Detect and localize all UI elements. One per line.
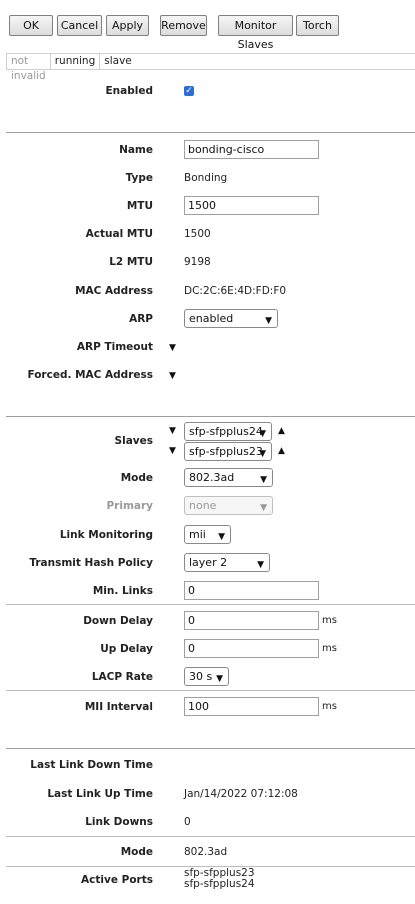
- primary-select-value: none: [189, 499, 217, 512]
- actual-mtu-label: Actual MTU: [85, 228, 153, 240]
- primary-label: Primary: [106, 500, 153, 512]
- link-monitoring-select[interactable]: mii ▼: [184, 525, 231, 544]
- toolbar: OK Cancel Apply Remove Monitor Slaves To…: [0, 0, 415, 51]
- status-flag-slave: slave: [104, 55, 132, 67]
- link-monitoring-label: Link Monitoring: [59, 529, 153, 541]
- divider: [6, 836, 415, 837]
- actual-mtu-value: 1500: [184, 228, 211, 240]
- link-downs-label: Link Downs: [85, 816, 153, 828]
- lacp-rate-select-value: 30 s: [189, 670, 213, 683]
- slaves-label: Slaves: [114, 435, 153, 447]
- arp-timeout-label: ARP Timeout: [76, 341, 153, 353]
- last-link-down-time-label: Last Link Down Time: [30, 759, 153, 771]
- status-mode-label: Mode: [120, 846, 153, 858]
- mii-interval-unit: ms: [322, 701, 337, 712]
- name-label: Name: [119, 144, 153, 156]
- link-downs-value: 0: [184, 816, 191, 828]
- status-flags: not invalid running slave: [6, 53, 415, 82]
- down-delay-unit: ms: [322, 615, 337, 626]
- monitor-slaves-button[interactable]: Monitor Slaves: [218, 15, 293, 51]
- type-label: Type: [125, 172, 153, 184]
- apply-button[interactable]: Apply: [106, 15, 149, 36]
- arp-label: ARP: [129, 313, 153, 325]
- chevron-down-icon: ▼: [265, 316, 272, 326]
- expand-triangle-icon[interactable]: ▼: [169, 371, 176, 381]
- chevron-down-icon: ▼: [260, 475, 267, 485]
- status-flag-running: running: [51, 54, 101, 69]
- l2-mtu-label: L2 MTU: [109, 256, 153, 268]
- arp-select[interactable]: enabled ▼: [184, 309, 278, 328]
- transmit-hash-policy-select-value: layer 2: [189, 556, 228, 569]
- mii-interval-input[interactable]: 100: [184, 697, 319, 716]
- mode-label: Mode: [120, 472, 153, 484]
- enabled-checkbox[interactable]: ✓: [184, 86, 194, 96]
- min-links-label: Min. Links: [92, 585, 153, 597]
- arp-select-value: enabled: [189, 312, 234, 325]
- chevron-down-icon: ▼: [257, 560, 264, 570]
- chevron-down-icon: ▼: [260, 503, 267, 513]
- slave-select-2[interactable]: sfp-sfpplus23 ▼: [184, 442, 272, 461]
- primary-select: none ▼: [184, 496, 273, 515]
- chevron-down-icon: ▼: [259, 449, 266, 459]
- mode-select[interactable]: 802.3ad ▼: [184, 468, 273, 487]
- down-delay-label: Down Delay: [83, 615, 153, 627]
- expand-triangle-icon[interactable]: ▼: [169, 343, 176, 353]
- active-ports-label: Active Ports: [81, 874, 153, 886]
- name-input[interactable]: bonding-cisco: [184, 140, 319, 159]
- type-value: Bonding: [184, 172, 228, 184]
- l2-mtu-value: 9198: [184, 256, 211, 268]
- move-up-triangle-icon[interactable]: ▲: [278, 426, 285, 436]
- lacp-rate-label: LACP Rate: [91, 671, 153, 683]
- slave-select-1[interactable]: sfp-sfpplus24 ▼: [184, 422, 272, 441]
- mtu-label: MTU: [126, 200, 153, 212]
- remove-slave-triangle-icon[interactable]: ▼: [169, 446, 176, 456]
- mode-select-value: 802.3ad: [189, 471, 235, 484]
- down-delay-input[interactable]: 0: [184, 611, 319, 630]
- mtu-input[interactable]: 1500: [184, 196, 319, 215]
- cancel-button[interactable]: Cancel: [57, 15, 102, 36]
- status-flag-not-invalid: not invalid: [7, 54, 51, 82]
- min-links-input[interactable]: 0: [184, 581, 319, 600]
- up-delay-label: Up Delay: [100, 643, 153, 655]
- active-port-2: sfp-sfpplus24: [184, 878, 255, 890]
- up-delay-input[interactable]: 0: [184, 639, 319, 658]
- last-link-up-time-label: Last Link Up Time: [47, 788, 153, 800]
- transmit-hash-policy-label: Transmit Hash Policy: [29, 557, 153, 569]
- mii-interval-label: MII Interval: [84, 701, 153, 713]
- move-up-triangle-icon[interactable]: ▲: [278, 446, 285, 456]
- link-monitoring-select-value: mii: [189, 528, 206, 541]
- enabled-label: Enabled: [105, 85, 154, 97]
- chevron-down-icon: ▼: [218, 532, 225, 542]
- forced-mac-label: Forced. MAC Address: [27, 369, 153, 381]
- lacp-rate-select[interactable]: 30 s ▼: [184, 667, 229, 686]
- chevron-down-icon: ▼: [259, 429, 266, 439]
- mac-address-value: DC:2C:6E:4D:FD:F0: [184, 285, 287, 297]
- last-link-up-time-value: Jan/14/2022 07:12:08: [184, 788, 298, 800]
- up-delay-unit: ms: [322, 643, 337, 654]
- divider: [6, 604, 415, 605]
- divider: [6, 132, 415, 133]
- divider: [6, 690, 415, 691]
- status-mode-value: 802.3ad: [184, 846, 228, 858]
- transmit-hash-policy-select[interactable]: layer 2 ▼: [184, 553, 270, 572]
- divider: [6, 748, 415, 749]
- divider: [6, 416, 415, 417]
- slave-select-1-value: sfp-sfpplus24: [189, 425, 263, 438]
- remove-button[interactable]: Remove: [160, 15, 207, 36]
- torch-button[interactable]: Torch: [296, 15, 339, 36]
- ok-button[interactable]: OK: [9, 15, 53, 36]
- mac-address-label: MAC Address: [75, 285, 153, 297]
- slave-select-2-value: sfp-sfpplus23: [189, 445, 263, 458]
- chevron-down-icon: ▼: [216, 674, 223, 684]
- remove-slave-triangle-icon[interactable]: ▼: [169, 426, 176, 436]
